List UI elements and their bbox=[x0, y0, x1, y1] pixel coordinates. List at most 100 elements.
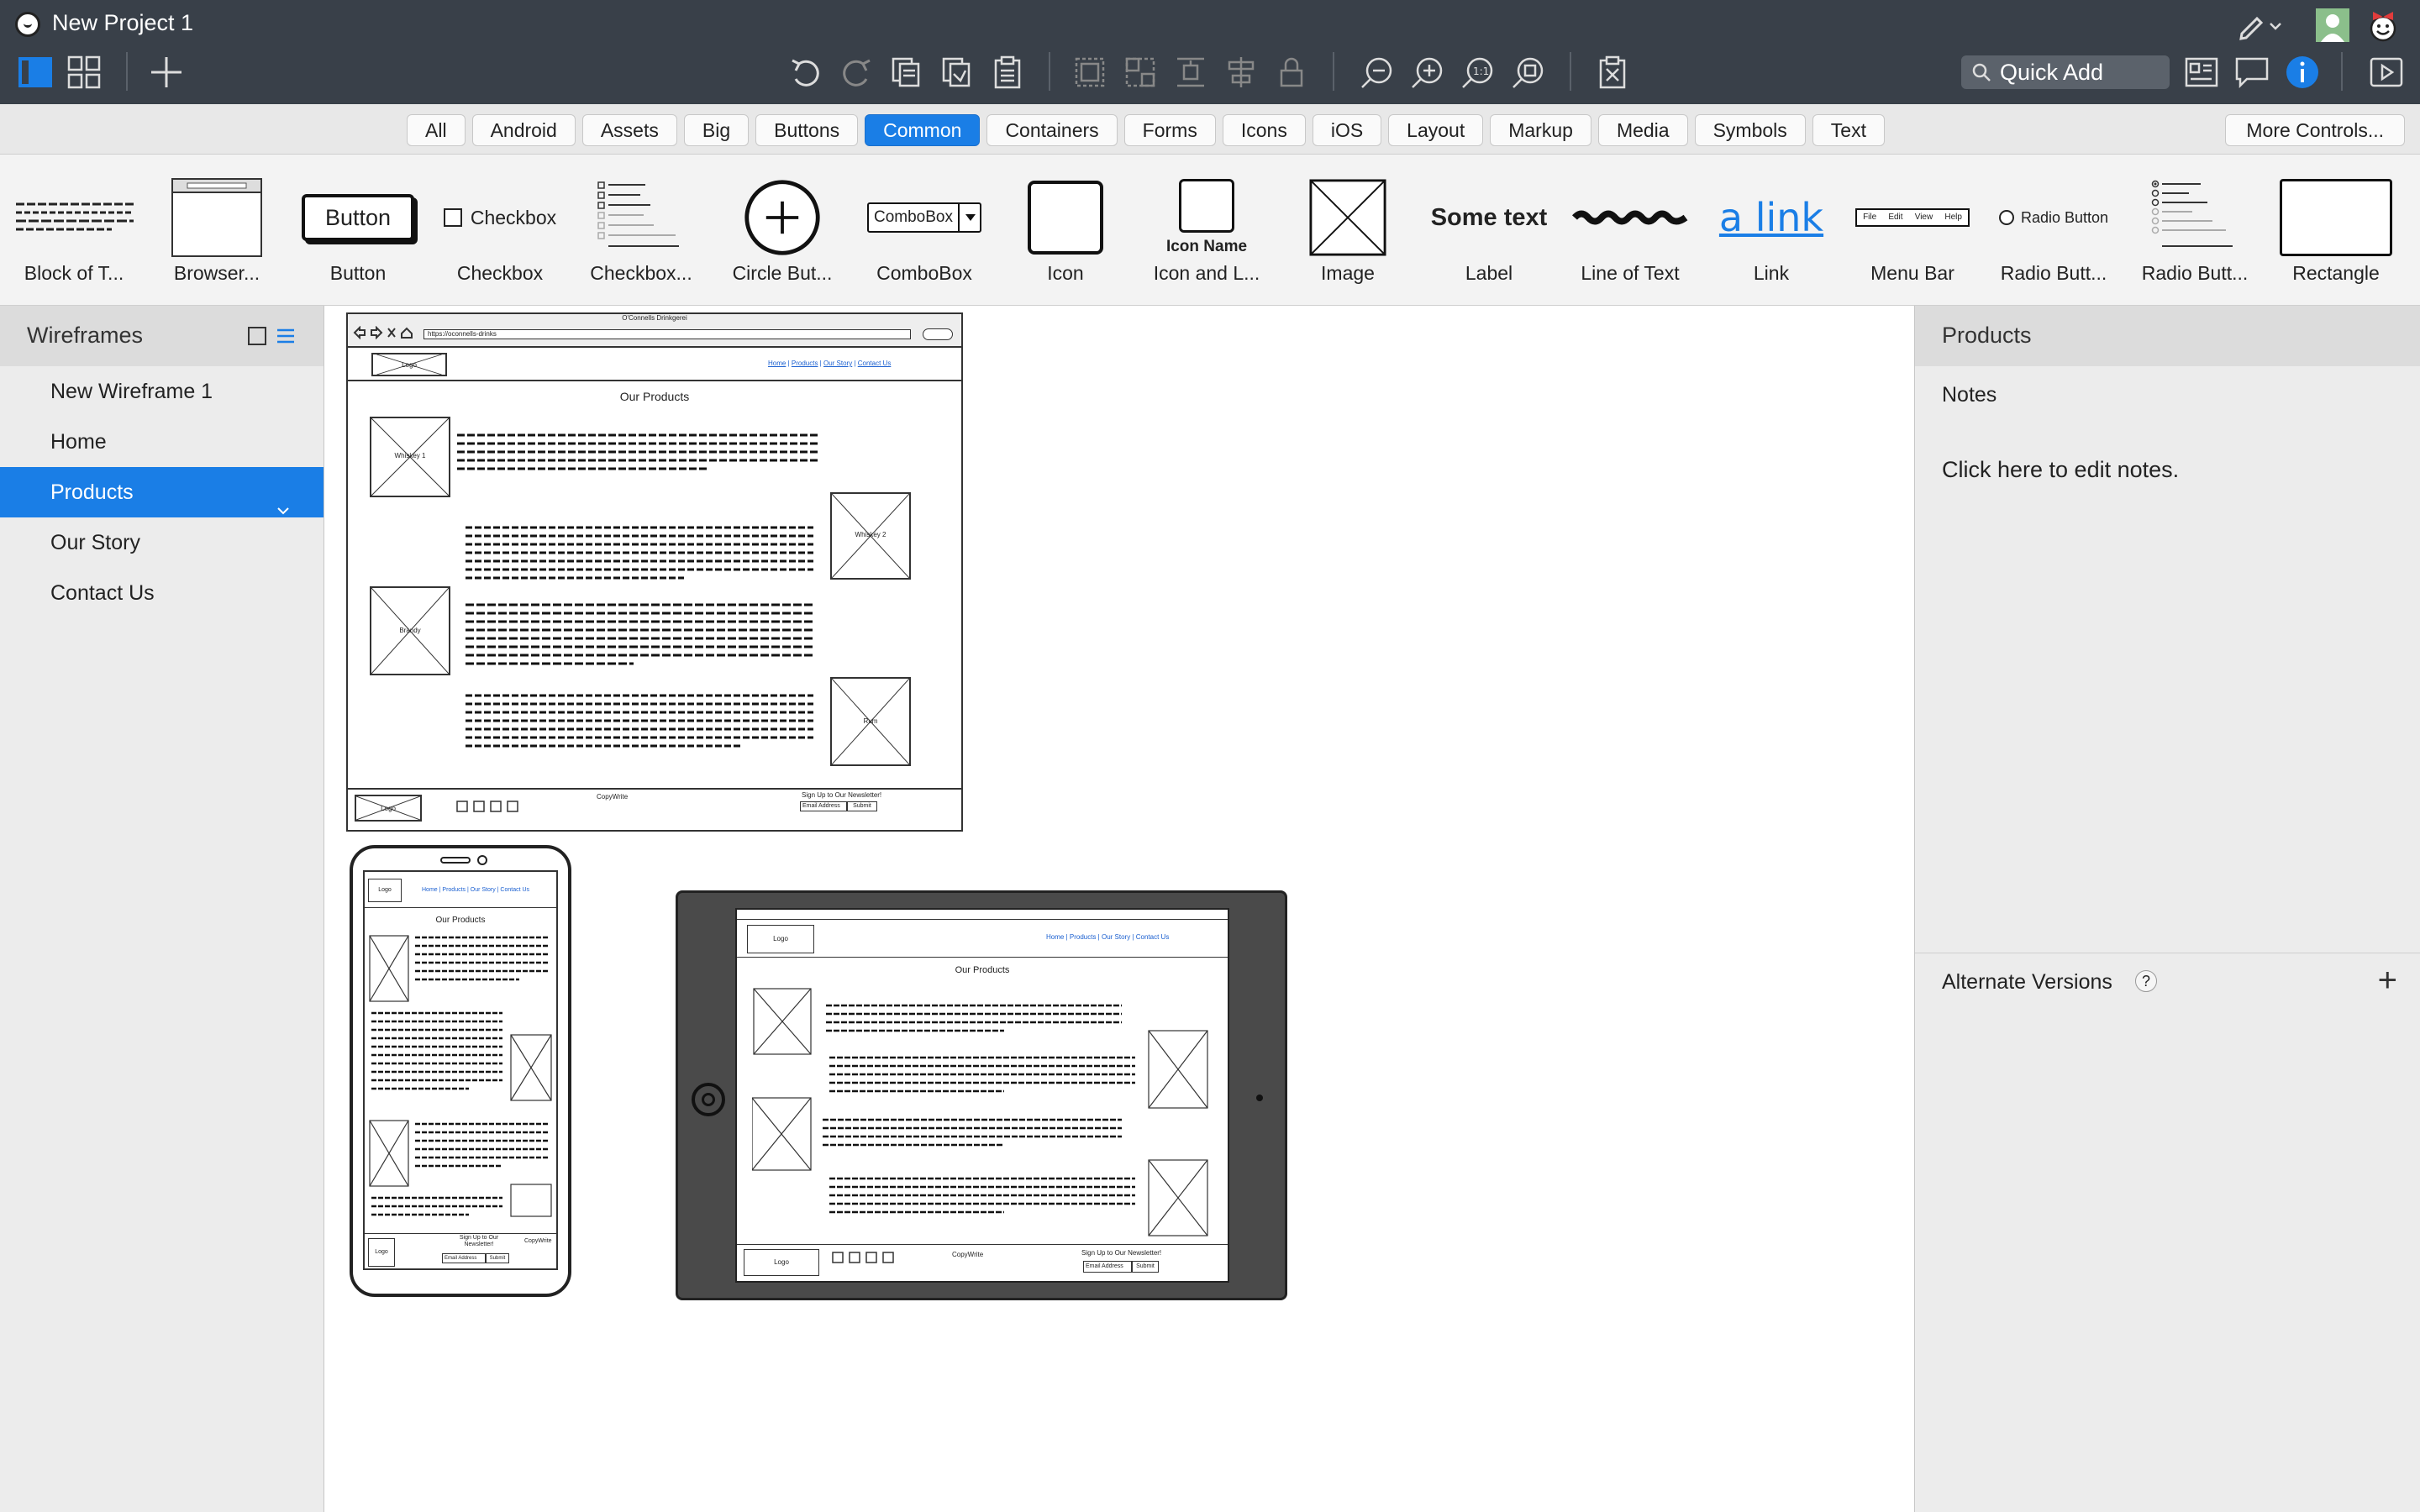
mockup-view-icon[interactable] bbox=[2183, 54, 2220, 91]
wireframes-panel-header: Wireframes bbox=[0, 306, 324, 366]
lock-icon[interactable] bbox=[1273, 54, 1310, 91]
comments-icon[interactable] bbox=[2233, 54, 2270, 91]
add-version-icon[interactable]: + bbox=[2378, 963, 2397, 997]
tab-containers[interactable]: Containers bbox=[986, 114, 1118, 146]
phone-mockup[interactable]: Logo Home | Products | Our Story | Conta… bbox=[350, 845, 571, 1297]
wireframe-item-label: Products bbox=[50, 480, 134, 504]
menu-bar-item: View bbox=[1914, 213, 1933, 222]
tab-media[interactable]: Media bbox=[1597, 114, 1688, 146]
image-caption: Whiskey 2 bbox=[855, 531, 886, 538]
tab-text[interactable]: Text bbox=[1812, 114, 1885, 146]
tablet-mockup[interactable]: Logo Home | Products | Our Story | Conta… bbox=[676, 890, 1287, 1300]
site-nav-link: Our Story bbox=[823, 360, 853, 367]
wireframe-item[interactable]: New Wireframe 1 bbox=[0, 366, 324, 417]
quick-add-input[interactable] bbox=[2000, 59, 2165, 86]
thumbnail-view-icon[interactable] bbox=[247, 326, 267, 346]
component-line-of-text[interactable]: Line of Text bbox=[1560, 155, 1701, 306]
wireframe-item[interactable]: Contact Us bbox=[0, 568, 324, 618]
quick-add-field[interactable] bbox=[1961, 55, 2170, 89]
mascot-avatar[interactable] bbox=[2366, 8, 2400, 42]
site-nav: Home | Products | Our Story | Contact Us bbox=[1046, 933, 1170, 941]
wireframe-heading: Our Products bbox=[955, 965, 1010, 975]
single-view-icon[interactable] bbox=[17, 54, 54, 91]
tab-ios[interactable]: iOS bbox=[1312, 114, 1382, 146]
ungroup-icon[interactable] bbox=[1122, 54, 1159, 91]
component-browser-window[interactable]: Browser... bbox=[146, 155, 287, 306]
phone-content bbox=[369, 935, 552, 1217]
copy-icon[interactable] bbox=[939, 54, 976, 91]
site-nav: Home | Products | Our Story | Contact Us bbox=[768, 360, 892, 367]
tab-layout[interactable]: Layout bbox=[1388, 114, 1484, 146]
tab-assets[interactable]: Assets bbox=[581, 114, 677, 146]
component-icon[interactable]: Icon bbox=[995, 155, 1136, 306]
component-label-widget[interactable]: Some text Label bbox=[1418, 155, 1560, 306]
site-footer: Logo CopyWrite Sign Up to Our Newsletter… bbox=[348, 788, 961, 828]
wireframes-panel-title: Wireframes bbox=[27, 323, 144, 348]
component-icon-and-label[interactable]: Icon Name Icon and L... bbox=[1136, 155, 1277, 306]
component-button[interactable]: Button Button bbox=[287, 155, 429, 306]
info-icon[interactable] bbox=[2284, 54, 2321, 91]
footer-newsletter: Sign Up to Our Newsletter! bbox=[459, 1235, 499, 1247]
user-avatar[interactable] bbox=[2316, 8, 2349, 42]
component-checkbox-group[interactable]: Checkbox... bbox=[571, 155, 712, 306]
component-menu-bar[interactable]: File Edit View Help Menu Bar bbox=[1842, 155, 1983, 306]
delete-icon[interactable] bbox=[1594, 54, 1631, 91]
component-rectangle[interactable]: Rectangle bbox=[2265, 155, 2407, 306]
group-icon[interactable] bbox=[1071, 54, 1108, 91]
logo-placeholder: Logo bbox=[744, 1249, 819, 1276]
notes-editor[interactable]: Click here to edit notes. bbox=[1942, 457, 2179, 483]
radio-group-icon bbox=[2124, 171, 2265, 264]
component-label: Menu Bar bbox=[1870, 262, 1954, 284]
grid-view-icon[interactable] bbox=[66, 54, 103, 91]
tab-symbols[interactable]: Symbols bbox=[1694, 114, 1806, 146]
toolbar-divider bbox=[1570, 52, 1571, 91]
tab-forms[interactable]: Forms bbox=[1123, 114, 1216, 146]
component-link[interactable]: a link Link bbox=[1701, 155, 1842, 306]
tab-icons[interactable]: Icons bbox=[1222, 114, 1306, 146]
distribute-icon[interactable] bbox=[1172, 54, 1209, 91]
component-image[interactable]: Image bbox=[1277, 155, 1418, 306]
more-controls-button[interactable]: More Controls... bbox=[2225, 114, 2405, 146]
list-view-icon[interactable] bbox=[276, 326, 296, 346]
alternate-versions-section: Alternate Versions ? + bbox=[1915, 953, 2420, 1008]
duplicate-icon[interactable] bbox=[888, 54, 925, 91]
help-icon[interactable]: ? bbox=[2135, 970, 2157, 992]
play-icon[interactable] bbox=[2368, 54, 2405, 91]
align-icon[interactable] bbox=[1223, 54, 1260, 91]
zoom-out-icon[interactable] bbox=[1359, 54, 1396, 91]
footer-submit-button: Submit bbox=[486, 1253, 509, 1263]
desktop-browser-mockup[interactable]: O'Connells Drinkgerei https://oconnells-… bbox=[346, 312, 963, 832]
wireframe-item[interactable]: Home bbox=[0, 417, 324, 467]
block-of-text-icon bbox=[3, 171, 145, 264]
fit-icon[interactable] bbox=[1510, 54, 1547, 91]
component-radio-button[interactable]: Radio Button Radio Butt... bbox=[1983, 155, 2124, 306]
tab-all[interactable]: All bbox=[407, 114, 466, 146]
wireframe-item-selected[interactable]: Products bbox=[0, 467, 324, 517]
undo-icon[interactable] bbox=[787, 54, 824, 91]
component-block-of-text[interactable]: Block of T... bbox=[3, 155, 145, 306]
chevron-down-icon[interactable] bbox=[276, 486, 290, 515]
component-label: Checkbox bbox=[456, 262, 544, 284]
component-circle-button[interactable]: Circle But... bbox=[712, 155, 853, 306]
wireframe-canvas[interactable]: O'Connells Drinkgerei https://oconnells-… bbox=[324, 306, 1914, 1512]
redo-icon[interactable] bbox=[838, 54, 875, 91]
wireframe-item[interactable]: Our Story bbox=[0, 517, 324, 568]
phone-speaker bbox=[440, 857, 471, 864]
tab-android[interactable]: Android bbox=[471, 114, 576, 146]
tab-markup[interactable]: Markup bbox=[1490, 114, 1591, 146]
tab-common[interactable]: Common bbox=[865, 114, 981, 146]
browser-window-icon bbox=[146, 171, 287, 264]
component-radio-group[interactable]: Radio Butt... bbox=[2124, 155, 2265, 306]
browser-nav-icons bbox=[353, 326, 413, 339]
tab-big[interactable]: Big bbox=[683, 114, 750, 146]
zoom-in-icon[interactable] bbox=[1409, 54, 1446, 91]
tab-buttons[interactable]: Buttons bbox=[755, 114, 859, 146]
chevron-down-icon bbox=[958, 204, 980, 231]
edit-pencil-icon[interactable] bbox=[2235, 8, 2286, 42]
actual-size-icon[interactable]: 1:1 bbox=[1460, 54, 1497, 91]
component-checkbox[interactable]: Checkbox Checkbox bbox=[429, 155, 571, 306]
add-icon[interactable] bbox=[148, 54, 185, 91]
component-combobox[interactable]: ComboBox ComboBox bbox=[854, 155, 995, 306]
alternate-versions-label: Alternate Versions bbox=[1942, 970, 2112, 994]
paste-icon[interactable] bbox=[989, 54, 1026, 91]
